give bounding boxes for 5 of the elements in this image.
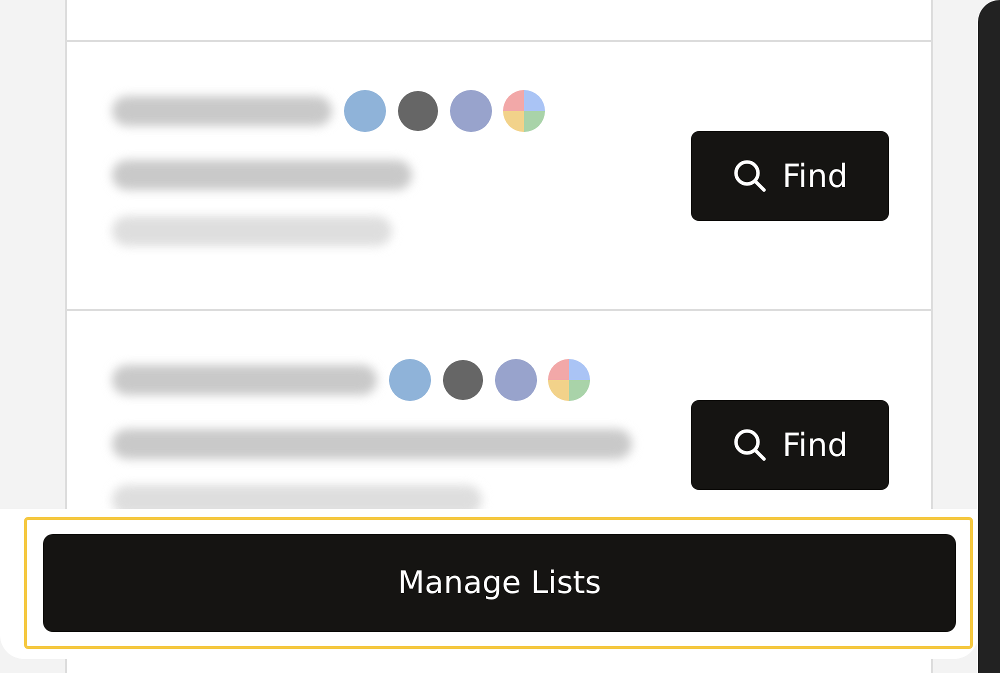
find-button[interactable]: Find bbox=[691, 400, 889, 490]
search-icon bbox=[732, 426, 768, 462]
search-icon bbox=[732, 158, 768, 194]
find-button[interactable]: Find bbox=[691, 130, 889, 220]
manage-lists-button[interactable]: Manage Lists bbox=[43, 534, 956, 632]
